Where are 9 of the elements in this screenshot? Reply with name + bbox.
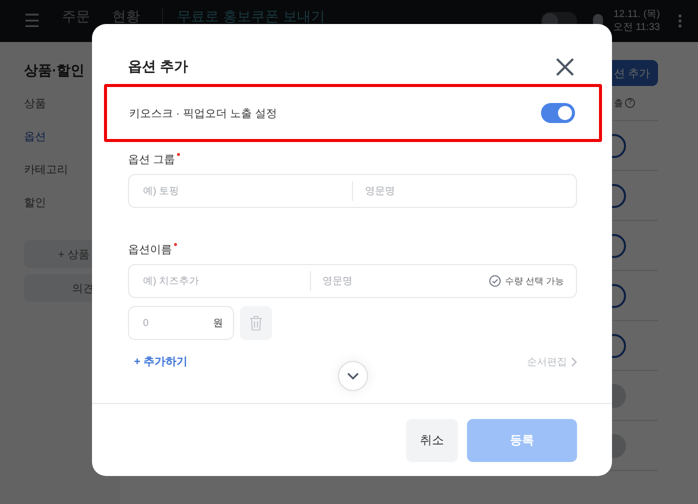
- field-label: 옵션 그룹: [128, 153, 176, 167]
- modal-title: 옵션 추가: [128, 58, 188, 76]
- setting-label: 키오스크 · 픽업오더 노출 설정: [129, 106, 277, 120]
- currency-label: 원: [213, 317, 223, 330]
- time-text: 오전 11:33: [612, 21, 660, 34]
- field-label: 옵션이름: [128, 243, 172, 257]
- column-header: 출: [614, 96, 623, 110]
- date-text: 12.11. (목): [614, 8, 660, 21]
- sidebar-title: 상품·할인: [24, 62, 86, 80]
